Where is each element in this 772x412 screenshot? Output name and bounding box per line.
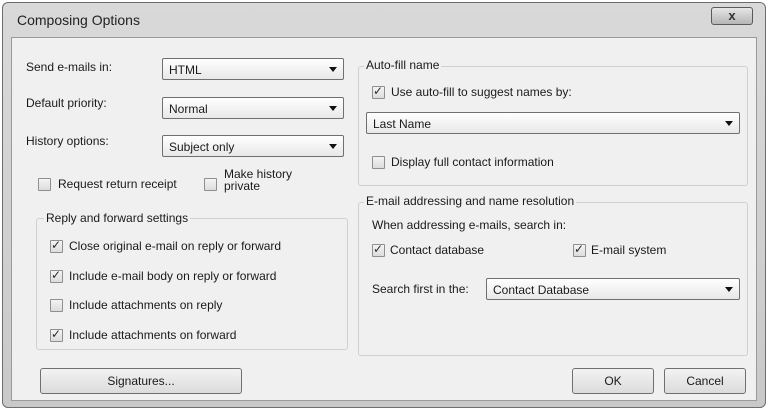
history-private-checkbox[interactable] xyxy=(204,178,217,191)
close-original-label: Close original e-mail on reply or forwar… xyxy=(69,239,282,253)
history-private-label-line2: private xyxy=(224,179,261,193)
email-system-label: E-mail system xyxy=(591,243,667,257)
checkmark-icon: ✓ xyxy=(574,242,585,256)
search-first-value: Contact Database xyxy=(493,283,590,297)
request-receipt-label: Request return receipt xyxy=(58,177,177,191)
chevron-down-icon xyxy=(329,144,337,149)
priority-value: Normal xyxy=(169,102,208,116)
chevron-down-icon xyxy=(725,287,733,292)
priority-label: Default priority: xyxy=(26,96,107,110)
display-full-contact-checkbox[interactable] xyxy=(372,156,385,169)
attachments-reply-label: Include attachments on reply xyxy=(69,298,223,312)
autofill-select[interactable]: Last Name xyxy=(366,112,740,134)
signatures-button[interactable]: Signatures... xyxy=(40,368,242,394)
close-original-checkbox[interactable]: ✓ xyxy=(50,238,63,253)
ok-button[interactable]: OK xyxy=(572,368,654,394)
history-label: History options: xyxy=(26,134,109,148)
send-format-select[interactable]: HTML xyxy=(162,58,344,80)
search-in-label: When addressing e-mails, search in: xyxy=(372,218,567,232)
reply-forward-group-title: Reply and forward settings xyxy=(44,211,191,225)
checkmark-icon: ✓ xyxy=(51,327,62,341)
send-format-label: Send e-mails in: xyxy=(26,60,113,74)
contact-database-label: Contact database xyxy=(390,243,485,257)
checkmark-icon: ✓ xyxy=(373,242,384,256)
search-first-label: Search first in the: xyxy=(372,282,469,296)
checkmark-icon: ✓ xyxy=(51,268,62,282)
cancel-button[interactable]: Cancel xyxy=(664,368,746,394)
history-select[interactable]: Subject only xyxy=(162,135,344,157)
addressing-group-title: E-mail addressing and name resolution xyxy=(364,194,577,208)
dialog-title: Composing Options xyxy=(17,12,140,28)
attachments-forward-checkbox[interactable]: ✓ xyxy=(50,327,63,342)
close-button[interactable]: x xyxy=(711,7,753,25)
contact-database-checkbox[interactable]: ✓ xyxy=(372,242,385,257)
display-full-contact-label: Display full contact information xyxy=(391,155,554,169)
use-autofill-label: Use auto-fill to suggest names by: xyxy=(391,85,572,99)
chevron-down-icon xyxy=(329,106,337,111)
autofill-select-value: Last Name xyxy=(373,117,432,131)
use-autofill-checkbox[interactable]: ✓ xyxy=(372,84,385,99)
send-format-value: HTML xyxy=(169,63,202,77)
dialog-content: Send e-mails in: HTML Default priority: … xyxy=(11,37,757,401)
email-system-checkbox[interactable]: ✓ xyxy=(573,242,586,257)
composing-options-dialog: Composing Options x Send e-mails in: HTM… xyxy=(2,2,766,408)
checkmark-icon: ✓ xyxy=(373,84,384,98)
priority-select[interactable]: Normal xyxy=(162,97,344,119)
close-icon: x xyxy=(728,8,736,23)
search-first-select[interactable]: Contact Database xyxy=(486,278,740,300)
include-body-label: Include e-mail body on reply or forward xyxy=(69,269,277,283)
checkmark-icon: ✓ xyxy=(51,238,62,252)
attachments-forward-label: Include attachments on forward xyxy=(69,328,237,342)
attachments-reply-checkbox[interactable] xyxy=(50,299,63,312)
include-body-checkbox[interactable]: ✓ xyxy=(50,268,63,283)
title-bar[interactable]: Composing Options x xyxy=(3,3,765,33)
autofill-group-title: Auto-fill name xyxy=(364,58,442,72)
chevron-down-icon xyxy=(329,67,337,72)
request-receipt-checkbox[interactable] xyxy=(38,178,51,191)
history-value: Subject only xyxy=(169,140,235,154)
chevron-down-icon xyxy=(725,121,733,126)
